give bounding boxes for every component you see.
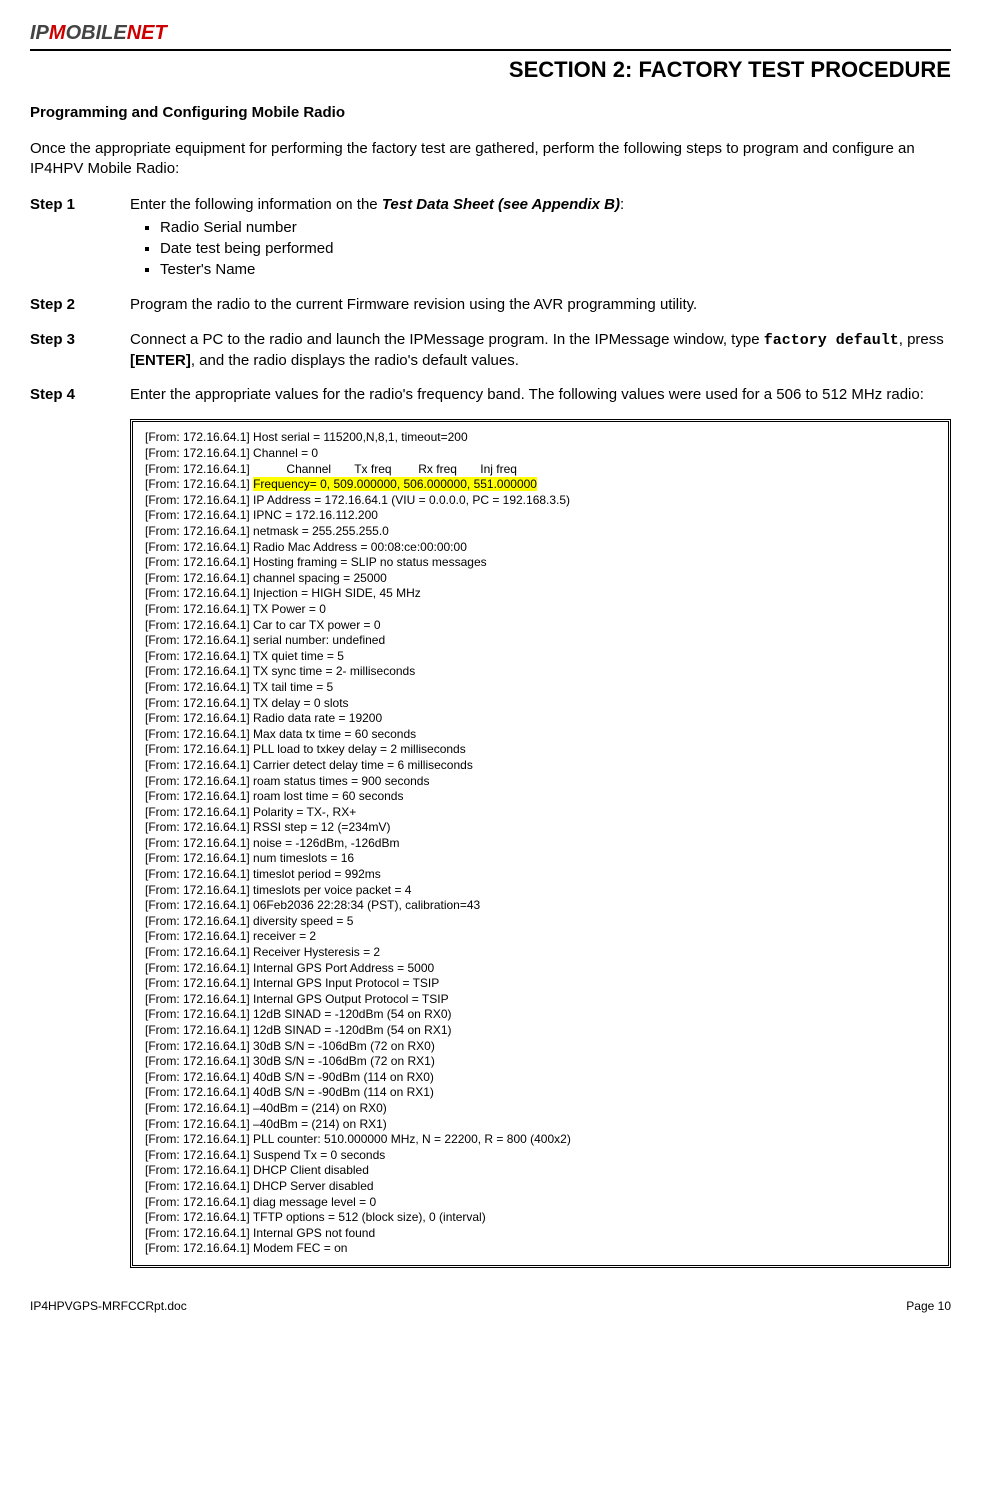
terminal-line: [From: 172.16.64.1] diag message level =… — [145, 1195, 936, 1211]
terminal-line: [From: 172.16.64.1] Radio Mac Address = … — [145, 540, 936, 556]
step-lead-tail: : — [620, 196, 624, 213]
list-item: Tester's Name — [160, 260, 951, 280]
step-label: Step 2 — [30, 295, 130, 315]
terminal-line: [From: 172.16.64.1] PLL counter: 510.000… — [145, 1132, 936, 1148]
terminal-line: [From: 172.16.64.1] Receiver Hysteresis … — [145, 945, 936, 961]
terminal-line: [From: 172.16.64.1] Internal GPS not fou… — [145, 1226, 936, 1242]
terminal-line: [From: 172.16.64.1] Carrier detect delay… — [145, 758, 936, 774]
header: IPMOBILENET — [30, 20, 951, 47]
footer-page: Page 10 — [906, 1298, 951, 1314]
step-label: Step 1 — [30, 195, 130, 281]
section-title: SECTION 2: FACTORY TEST PROCEDURE — [30, 55, 951, 85]
logo-text: IPMOBILENET — [30, 22, 167, 44]
terminal-line: [From: 172.16.64.1] Injection = HIGH SID… — [145, 586, 936, 602]
terminal-line: [From: 172.16.64.1] TFTP options = 512 (… — [145, 1210, 936, 1226]
footer: IP4HPVGPS-MRFCCRpt.doc Page 10 — [30, 1298, 951, 1314]
terminal-line: [From: 172.16.64.1] receiver = 2 — [145, 929, 936, 945]
terminal-line: [From: 172.16.64.1] 30dB S/N = -106dBm (… — [145, 1054, 936, 1070]
terminal-line: [From: 172.16.64.1] Modem FEC = on — [145, 1241, 936, 1257]
terminal-line: [From: 172.16.64.1] Host serial = 115200… — [145, 430, 936, 446]
terminal-line: [From: 172.16.64.1] roam lost time = 60 … — [145, 789, 936, 805]
terminal-line: [From: 172.16.64.1] TX delay = 0 slots — [145, 696, 936, 712]
terminal-line: [From: 172.16.64.1] serial number: undef… — [145, 633, 936, 649]
terminal-line: [From: 172.16.64.1] Channel Tx freq Rx f… — [145, 462, 936, 478]
list-item: Radio Serial number — [160, 218, 951, 238]
terminal-line: [From: 172.16.64.1] 40dB S/N = -90dBm (1… — [145, 1085, 936, 1101]
terminal-line: [From: 172.16.64.1] 30dB S/N = -106dBm (… — [145, 1039, 936, 1055]
terminal-line: [From: 172.16.64.1] Suspend Tx = 0 secon… — [145, 1148, 936, 1164]
terminal-line: [From: 172.16.64.1] Internal GPS Port Ad… — [145, 961, 936, 977]
terminal-line: [From: 172.16.64.1] PLL load to txkey de… — [145, 742, 936, 758]
terminal-line: [From: 172.16.64.1] Internal GPS Output … — [145, 992, 936, 1008]
terminal-line: [From: 172.16.64.1] TX quiet time = 5 — [145, 649, 936, 665]
page-subtitle: Programming and Configuring Mobile Radio — [30, 103, 951, 123]
list-item: Date test being performed — [160, 239, 951, 259]
terminal-line: [From: 172.16.64.1] Radio data rate = 19… — [145, 711, 936, 727]
terminal-line: [From: 172.16.64.1] –40dBm = (214) on RX… — [145, 1101, 936, 1117]
terminal-line: [From: 172.16.64.1] 06Feb2036 22:28:34 (… — [145, 898, 936, 914]
step-body: Enter the following information on the T… — [130, 195, 951, 281]
terminal-line: [From: 172.16.64.1] TX sync time = 2- mi… — [145, 664, 936, 680]
terminal-line: [From: 172.16.64.1] Car to car TX power … — [145, 618, 936, 634]
terminal-line: [From: 172.16.64.1] DHCP Server disabled — [145, 1179, 936, 1195]
step-body: Enter the appropriate values for the rad… — [130, 385, 951, 405]
step-2: Step 2 Program the radio to the current … — [30, 295, 951, 315]
footer-filename: IP4HPVGPS-MRFCCRpt.doc — [30, 1298, 187, 1314]
terminal-line: [From: 172.16.64.1] netmask = 255.255.25… — [145, 524, 936, 540]
step-body: Connect a PC to the radio and launch the… — [130, 330, 951, 372]
step-lead-emph: Test Data Sheet (see Appendix B) — [382, 196, 620, 213]
step-1-bullets: Radio Serial number Date test being perf… — [130, 218, 951, 281]
step-label: Step 4 — [30, 385, 130, 405]
step-body: Program the radio to the current Firmwar… — [130, 295, 951, 315]
terminal-line: [From: 172.16.64.1] Hosting framing = SL… — [145, 555, 936, 571]
header-rule — [30, 49, 951, 51]
step-body-post: , and the radio displays the radio's def… — [191, 352, 519, 369]
terminal-line: [From: 172.16.64.1] DHCP Client disabled — [145, 1163, 936, 1179]
terminal-line: [From: 172.16.64.1] IPNC = 172.16.112.20… — [145, 508, 936, 524]
terminal-output: [From: 172.16.64.1] Host serial = 115200… — [130, 419, 951, 1267]
terminal-line: [From: 172.16.64.1] timeslot period = 99… — [145, 867, 936, 883]
step-1: Step 1 Enter the following information o… — [30, 195, 951, 281]
step-body-pre: Connect a PC to the radio and launch the… — [130, 331, 764, 348]
step-label: Step 3 — [30, 330, 130, 372]
terminal-line: [From: 172.16.64.1] 40dB S/N = -90dBm (1… — [145, 1070, 936, 1086]
terminal-line: [From: 172.16.64.1] Channel = 0 — [145, 446, 936, 462]
step-3: Step 3 Connect a PC to the radio and lau… — [30, 330, 951, 372]
terminal-line: [From: 172.16.64.1] Internal GPS Input P… — [145, 976, 936, 992]
terminal-line: [From: 172.16.64.1] roam status times = … — [145, 774, 936, 790]
intro-paragraph: Once the appropriate equipment for perfo… — [30, 139, 951, 180]
logo: IPMOBILENET — [30, 20, 167, 47]
terminal-line: [From: 172.16.64.1] RSSI step = 12 (=234… — [145, 820, 936, 836]
step-body-mid: , press — [899, 331, 944, 348]
step-4: Step 4 Enter the appropriate values for … — [30, 385, 951, 405]
terminal-line: [From: 172.16.64.1] noise = -126dBm, -12… — [145, 836, 936, 852]
step-lead: Enter the following information on the — [130, 196, 382, 213]
terminal-line: [From: 172.16.64.1] 12dB SINAD = -120dBm… — [145, 1007, 936, 1023]
terminal-line: [From: 172.16.64.1] –40dBm = (214) on RX… — [145, 1117, 936, 1133]
terminal-line: [From: 172.16.64.1] num timeslots = 16 — [145, 851, 936, 867]
terminal-line-highlight: [From: 172.16.64.1] Frequency= 0, 509.00… — [145, 477, 936, 493]
terminal-line: [From: 172.16.64.1] diversity speed = 5 — [145, 914, 936, 930]
terminal-line: [From: 172.16.64.1] timeslots per voice … — [145, 883, 936, 899]
terminal-line: [From: 172.16.64.1] IP Address = 172.16.… — [145, 493, 936, 509]
terminal-line: [From: 172.16.64.1] Polarity = TX-, RX+ — [145, 805, 936, 821]
terminal-line: [From: 172.16.64.1] Max data tx time = 6… — [145, 727, 936, 743]
terminal-line: [From: 172.16.64.1] channel spacing = 25… — [145, 571, 936, 587]
factory-default-code: factory default — [764, 332, 899, 349]
terminal-line: [From: 172.16.64.1] 12dB SINAD = -120dBm… — [145, 1023, 936, 1039]
terminal-line: [From: 172.16.64.1] TX tail time = 5 — [145, 680, 936, 696]
enter-key: [ENTER] — [130, 352, 191, 369]
terminal-line: [From: 172.16.64.1] TX Power = 0 — [145, 602, 936, 618]
